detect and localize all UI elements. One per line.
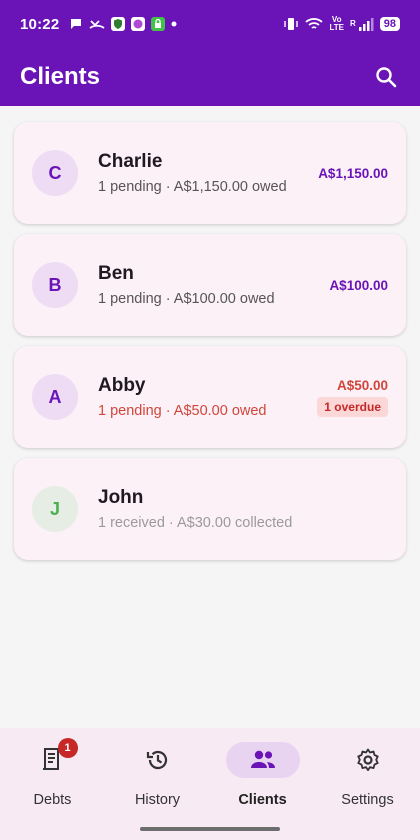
history-icon [145,747,171,773]
client-card[interactable]: B Ben 1 pending · A$100.00 owed A$100.00 [14,234,406,336]
vibrate-icon [283,16,299,32]
nav-label: Settings [341,792,394,808]
overdue-badge: 1 overdue [317,396,388,417]
nav-item-clients[interactable]: Clients [210,742,315,814]
client-name: Abby [98,375,146,396]
app-bar: Clients [0,48,420,106]
system-icons: Vo LTE R 98 [283,16,400,32]
signal-icon: R [350,17,374,31]
battery-indicator: 98 [379,17,400,31]
amount-owed: A$50.00 [336,377,388,393]
client-list: C Charlie 1 pending · A$1,150.00 owed A$… [0,106,420,728]
client-card[interactable]: J John 1 received · A$30.00 collected [14,458,406,560]
notification-icons [69,17,177,31]
missed-call-icon [89,17,105,31]
client-summary: 1 pending · A$100.00 owed [98,291,275,307]
wifi-icon [305,17,324,31]
chat-bubble-icon [69,17,83,31]
volte-icon: Vo LTE [329,15,344,32]
bottom-navigation: 1 Debts History Clients Settings [0,728,420,840]
amount-owed: A$1,150.00 [318,165,388,181]
gear-icon [355,747,381,773]
messenger-app-icon [131,17,146,31]
shield-app-icon [111,17,126,31]
avatar: A [32,374,78,420]
debts-count-badge: 1 [57,738,78,758]
status-bar: 10:22 Vo LTE R 98 [0,0,420,48]
home-indicator[interactable] [140,827,280,831]
status-time: 10:22 [20,15,60,33]
avatar: J [32,486,78,532]
client-summary: 1 pending · A$1,150.00 owed [98,179,287,195]
nav-item-debts[interactable]: 1 Debts [0,738,105,814]
client-summary: 1 received · A$30.00 collected [98,515,293,531]
nav-item-history[interactable]: History [105,742,210,814]
client-card[interactable]: A Abby 1 pending · A$50.00 owed A$50.00 … [14,346,406,448]
nav-item-settings[interactable]: Settings [315,742,420,814]
client-summary: 1 pending · A$50.00 owed [98,403,267,419]
more-notifications-dot-icon [171,21,177,27]
client-card[interactable]: C Charlie 1 pending · A$1,150.00 owed A$… [14,122,406,224]
client-name: John [98,487,144,508]
client-name: Ben [98,263,134,284]
nav-label: Debts [33,792,72,808]
people-icon [249,749,277,771]
nav-label: Clients [238,792,287,808]
search-icon[interactable] [372,63,400,91]
page-title: Clients [20,63,101,90]
client-name: Charlie [98,151,163,172]
avatar: B [32,262,78,308]
amount-owed: A$100.00 [329,277,388,293]
avatar: C [32,150,78,196]
lock-app-icon [151,17,166,31]
nav-label: History [134,792,181,808]
